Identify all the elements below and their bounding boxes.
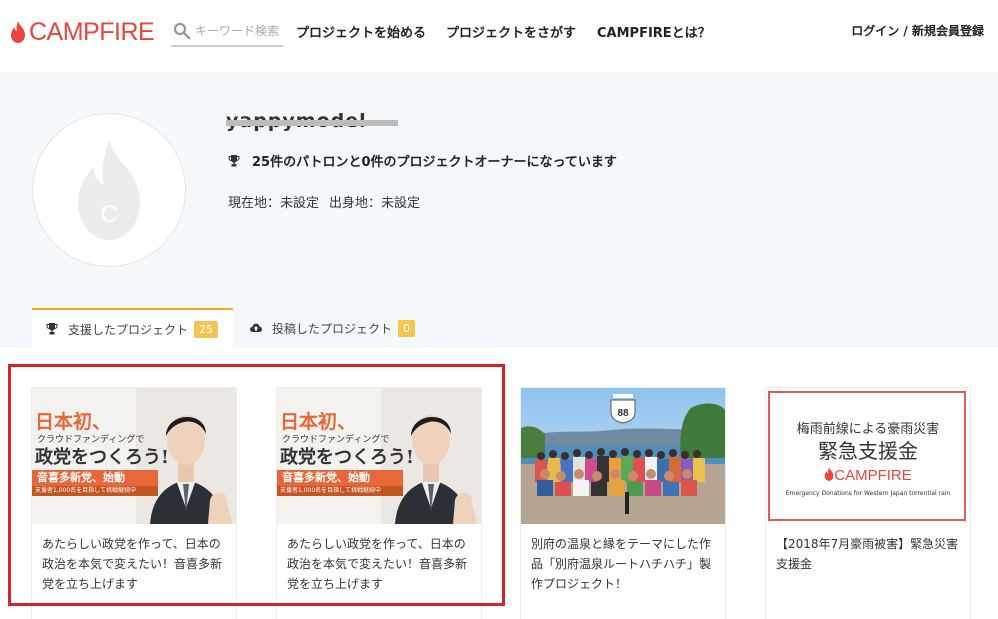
project-card-list: 日本初、 クラウドファンディングで 政党をつくろう! 音喜多新党、始動 支援者1… bbox=[0, 348, 998, 619]
project-title[interactable]: 【2018年7月豪雨被害】緊急災害支援金 bbox=[766, 524, 970, 574]
project-title[interactable]: あたらしい政党を作って、日本の政治を本気で変えたい！音喜多新党を立ち上げます bbox=[277, 524, 481, 594]
nav-about[interactable]: CAMPFIREとは？ bbox=[597, 22, 711, 41]
banner-line2: 緊急支援金 bbox=[818, 439, 918, 463]
default-avatar-flame-icon: C bbox=[78, 140, 140, 240]
avatar-letter: C bbox=[100, 201, 117, 228]
project-thumbnail: 梅雨前線による豪雨災害 緊急支援金 CAMPFIRE Emergency Don… bbox=[766, 388, 970, 524]
location-info: 現在地：未設定 出身地：未設定 bbox=[228, 192, 420, 211]
tab-label: 投稿したプロジェクト bbox=[272, 321, 393, 336]
trophy-icon bbox=[228, 154, 240, 166]
login-signup-link[interactable]: ログイン / 新規会員登録 bbox=[851, 22, 984, 39]
tab-label: 支援したプロジェクト bbox=[68, 322, 189, 337]
search-box[interactable] bbox=[171, 17, 283, 47]
flame-icon bbox=[11, 21, 25, 43]
banner-line1: 日本初、 bbox=[280, 411, 357, 433]
route-badge-text: 88 bbox=[617, 408, 629, 419]
avatar: C bbox=[32, 113, 186, 267]
flame-icon bbox=[824, 467, 834, 481]
banner-subbar: 支援者1,000名を目指して挑戦継続中 bbox=[277, 486, 403, 496]
project-thumbnail: 日本初、 クラウドファンディングで 政党をつくろう! 音喜多新党、始動 支援者1… bbox=[32, 388, 236, 524]
banner-line3: 政党をつくろう! bbox=[35, 447, 169, 468]
logo-text: CAMPFIRE bbox=[29, 17, 155, 46]
project-card[interactable]: 88 別府の温泉と縁をテーマにした作品「別府温泉ルートハチハチ」製作プロジェクト… bbox=[521, 388, 725, 619]
site-header: CAMPFIRE プロジェクトを始める プロジェクトをさがす CAMPFIREと… bbox=[0, 0, 998, 72]
search-input[interactable] bbox=[195, 24, 283, 38]
banner-line1: 日本初、 bbox=[35, 411, 112, 433]
current-location: 現在地：未設定 bbox=[228, 196, 320, 211]
profile-section: C yappymodel 25件のパトロンと0件のプロジェクトオーナーになってい… bbox=[0, 72, 998, 348]
project-card[interactable]: 梅雨前線による豪雨災害 緊急支援金 CAMPFIRE Emergency Don… bbox=[766, 388, 970, 619]
birthplace: 出身地：未設定 bbox=[329, 196, 421, 211]
banner-logo-text: CAMPFIRE bbox=[834, 467, 912, 484]
tab-count-badge: 25 bbox=[194, 320, 219, 338]
nav-start-project[interactable]: プロジェクトを始める bbox=[296, 22, 426, 41]
search-icon[interactable] bbox=[173, 22, 191, 40]
project-thumbnail: 88 bbox=[521, 388, 725, 524]
project-thumbnail: 日本初、 クラウドファンディングで 政党をつくろう! 音喜多新党、始動 支援者1… bbox=[277, 388, 481, 524]
patron-summary: 25件のパトロンと0件のプロジェクトオーナーになっています bbox=[228, 151, 617, 170]
project-card[interactable]: 日本初、 クラウドファンディングで 政党をつくろう! 音喜多新党、始動 支援者1… bbox=[277, 388, 481, 619]
banner-bar: 音喜多新党、始動 bbox=[277, 470, 403, 486]
project-title[interactable]: 別府の温泉と縁をテーマにした作品「別府温泉ルートハチハチ」製作プロジェクト！ bbox=[521, 524, 725, 594]
banner-subbar: 支援者1,000名を目指して挑戦継続中 bbox=[32, 486, 158, 496]
trophy-icon bbox=[46, 323, 58, 335]
banner-line3: 政党をつくろう! bbox=[280, 447, 414, 468]
cloud-upload-icon bbox=[250, 323, 262, 332]
campfire-logo[interactable]: CAMPFIRE bbox=[10, 17, 155, 46]
patron-summary-text: 25件のパトロンと0件のプロジェクトオーナーになっています bbox=[252, 155, 617, 170]
tab-count-badge: 0 bbox=[398, 319, 416, 337]
project-card[interactable]: 日本初、 クラウドファンディングで 政党をつくろう! 音喜多新党、始動 支援者1… bbox=[32, 388, 236, 619]
banner-campfire-logo: CAMPFIRE bbox=[766, 467, 970, 484]
username: yappymodel bbox=[226, 112, 398, 134]
tab-backed-projects[interactable]: 支援したプロジェクト 25 bbox=[32, 308, 233, 348]
username-redaction bbox=[226, 120, 398, 126]
group-photo: 88 bbox=[521, 388, 725, 524]
tab-posted-projects[interactable]: 投稿したプロジェクト 0 bbox=[250, 308, 440, 348]
project-title[interactable]: あたらしい政党を作って、日本の政治を本気で変えたい！音喜多新党を立ち上げます bbox=[32, 524, 236, 594]
nav-find-project[interactable]: プロジェクトをさがす bbox=[446, 22, 576, 41]
banner-bar: 音喜多新党、始動 bbox=[32, 470, 158, 486]
banner-line3: Emergency Donations for Western Japan to… bbox=[785, 490, 951, 497]
